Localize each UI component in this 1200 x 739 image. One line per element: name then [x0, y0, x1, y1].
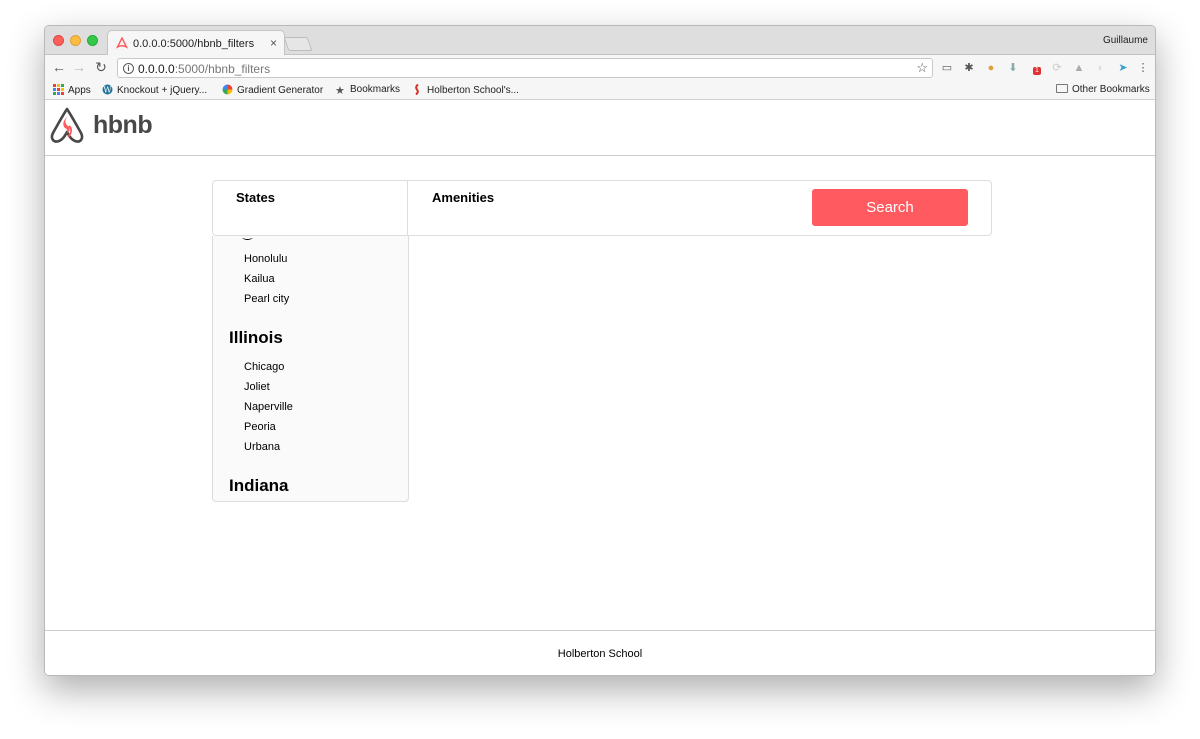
site-header: hbnb: [45, 101, 1155, 156]
svg-text:W: W: [103, 86, 112, 95]
bookmark-label: Apps: [68, 85, 91, 96]
settings-gear-icon[interactable]: ✱: [962, 61, 976, 75]
page-content: hbnb States Amenities Search ‿ Honolulu …: [45, 101, 1155, 675]
holberton-icon: [415, 84, 419, 95]
tab-strip: 0.0.0.0:5000/hbnb_filters × Guillaume: [45, 26, 1155, 56]
amenities-filter[interactable]: Amenities: [409, 181, 789, 235]
other-bookmarks-label: Other Bookmarks: [1072, 84, 1150, 95]
extension-badge: 1: [1033, 67, 1041, 75]
bookmark-apps[interactable]: Apps: [53, 84, 91, 96]
scrolled-out-state: ‿: [243, 236, 252, 240]
city-item[interactable]: Honolulu: [244, 253, 287, 265]
state-heading[interactable]: Indiana: [229, 476, 289, 496]
logo-text[interactable]: hbnb: [93, 111, 153, 140]
city-item[interactable]: Chicago: [244, 361, 284, 373]
city-item[interactable]: Pearl city: [244, 293, 289, 305]
hbnb-logo-icon[interactable]: [49, 106, 85, 144]
cast-icon[interactable]: ▭: [940, 61, 954, 75]
city-item[interactable]: Kailua: [244, 273, 275, 285]
city-item[interactable]: Peoria: [244, 421, 276, 433]
other-bookmarks[interactable]: Other Bookmarks: [1056, 84, 1150, 95]
menu-kebab-icon[interactable]: ⋮: [1136, 61, 1150, 75]
search-button[interactable]: Search: [812, 189, 968, 226]
city-item[interactable]: Naperville: [244, 401, 293, 413]
filters-bar: States Amenities Search: [212, 180, 992, 236]
state-heading[interactable]: Illinois: [229, 328, 283, 348]
city-item[interactable]: Joliet: [244, 381, 270, 393]
bookmark-label: Bookmarks: [350, 84, 401, 95]
bookmarks-bar: Apps W Knockout + jQuery... Gradient Gene…: [45, 81, 1155, 100]
hbnb-favicon-icon: [116, 37, 128, 49]
bookmark-label: Gradient Generator: [237, 85, 324, 96]
locations-popover[interactable]: ‿ Honolulu Kailua Pearl city Illinois Ch…: [212, 236, 409, 502]
footer-text: Holberton School: [557, 648, 643, 660]
back-arrow-icon[interactable]: ←: [51, 59, 67, 75]
site-footer: Holberton School: [45, 630, 1155, 675]
locations-filter[interactable]: States: [213, 181, 408, 235]
tab-title: 0.0.0.0:5000/hbnb_filters: [133, 38, 255, 50]
tab-close-icon[interactable]: ×: [270, 36, 277, 50]
bookmark-holberton[interactable]: Holberton School's...: [412, 84, 519, 96]
url-text[interactable]: 0.0.0.0:5000/hbnb_filters: [138, 62, 270, 76]
bookmark-star-icon[interactable]: ☆: [916, 60, 928, 76]
city-item[interactable]: Urbana: [244, 441, 280, 453]
apps-grid-icon: [53, 84, 64, 95]
extension-icon[interactable]: ◐: [1094, 61, 1108, 75]
site-info-icon[interactable]: i: [123, 63, 134, 74]
new-tab-button[interactable]: [283, 37, 313, 51]
url-path: :5000/hbnb_filters: [174, 62, 271, 76]
address-bar[interactable]: i 0.0.0.0:5000/hbnb_filters ☆: [117, 58, 933, 78]
profile-name[interactable]: Guillaume: [1103, 35, 1148, 46]
reload-icon[interactable]: ↻: [93, 59, 109, 75]
star-icon: ★: [335, 85, 345, 97]
download-extension-icon[interactable]: ⬇: [1006, 61, 1020, 75]
drive-extension-icon[interactable]: ▲: [1072, 61, 1086, 75]
bookmark-knockout[interactable]: W Knockout + jQuery...: [102, 84, 207, 96]
browser-tab[interactable]: 0.0.0.0:5000/hbnb_filters ×: [107, 30, 285, 56]
minimize-window-button[interactable]: [70, 35, 81, 46]
bookmark-label: Holberton School's...: [427, 85, 519, 96]
close-window-button[interactable]: [53, 35, 64, 46]
bookmark-gradient-generator[interactable]: Gradient Generator: [222, 84, 323, 96]
browser-toolbar: ← → ↻ i 0.0.0.0:5000/hbnb_filters ☆ ▭ ✱ …: [45, 55, 1155, 81]
bookmark-label: Knockout + jQuery...: [117, 85, 208, 96]
bird-extension-icon[interactable]: ➤: [1116, 61, 1130, 75]
gradient-circle-icon: [222, 84, 233, 95]
url-host: 0.0.0.0: [138, 62, 175, 76]
zoom-window-button[interactable]: [87, 35, 98, 46]
wordpress-icon: W: [102, 84, 113, 95]
cookie-extension-icon[interactable]: ●: [984, 61, 998, 75]
folder-icon: [1056, 84, 1068, 93]
amenities-title: Amenities: [432, 190, 495, 205]
bookmark-bookmarks[interactable]: ★ Bookmarks: [335, 84, 400, 97]
forward-arrow-icon[interactable]: →: [71, 59, 87, 75]
badge-extension-icon[interactable]: 1: [1028, 61, 1042, 75]
locations-title: States: [236, 190, 276, 205]
browser-window: 0.0.0.0:5000/hbnb_filters × Guillaume ← …: [44, 25, 1156, 676]
extension-icon[interactable]: ⟳: [1050, 61, 1064, 75]
